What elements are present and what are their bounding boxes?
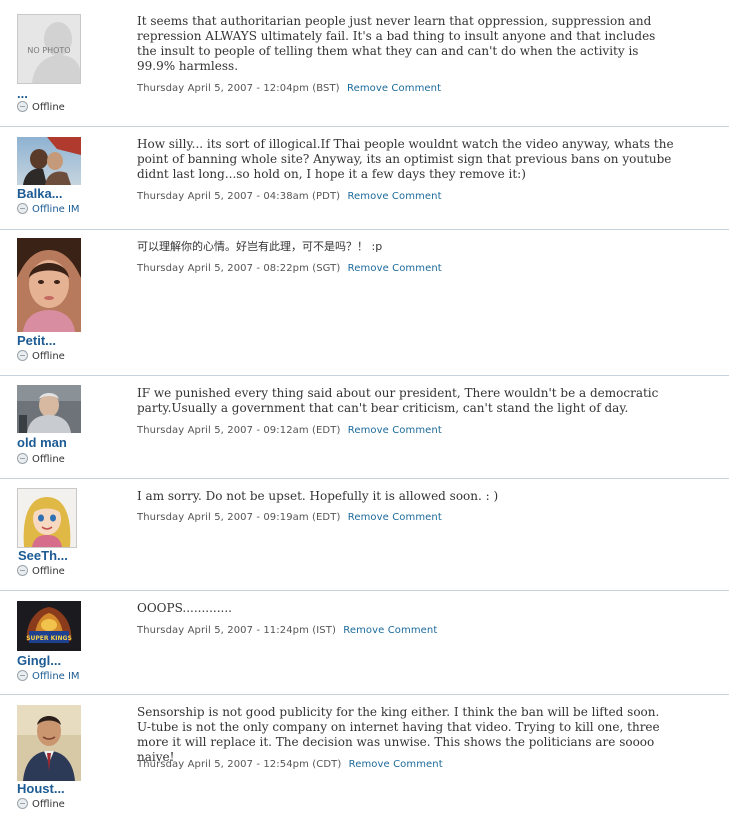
status-indicator: Offline (17, 101, 65, 114)
comment-meta: Thursday April 5, 2007 - 11:24pm (IST) R… (137, 625, 437, 636)
comment-meta: Thursday April 5, 2007 - 04:38am (PDT) R… (137, 191, 442, 202)
offline-status-icon (17, 798, 28, 809)
comment-text: IF we punished every thing said about ou… (137, 386, 659, 415)
status-indicator: Offline (17, 798, 65, 811)
avatar-photo[interactable] (17, 137, 81, 185)
status-indicator: Offline (17, 565, 65, 578)
comment-item: Houst... Offline Sensorship is not good … (0, 695, 729, 814)
comment-item: SUPER KINGS Gingl... Offline IM OOOPS...… (0, 591, 729, 695)
avatar-photo[interactable] (17, 238, 81, 332)
remove-comment-link[interactable]: Remove Comment (349, 759, 443, 770)
avatar-no-photo[interactable]: NO PHOTO (17, 14, 81, 84)
comment-username[interactable]: old man (17, 435, 67, 450)
comment-username[interactable]: SeeTh... (18, 548, 68, 563)
comment-date: Thursday April 5, 2007 - 12:54pm (CDT) (137, 759, 342, 770)
offline-status-icon (17, 670, 28, 681)
avatar-photo[interactable] (17, 705, 81, 781)
comment-username[interactable]: Gingl... (17, 653, 61, 668)
offline-status-icon (17, 565, 28, 576)
comment-username[interactable]: Petit... (17, 333, 56, 348)
comment-text: Sensorship is not good publicity for the… (137, 705, 660, 764)
comment-text: 可以理解你的心情。好岂有此理，可不是吗？！ :p (137, 240, 383, 253)
comment-date: Thursday April 5, 2007 - 09:19am (EDT) (137, 512, 341, 523)
status-indicator[interactable]: Offline IM (17, 670, 80, 683)
comment-item: old man Offline IF we punished every thi… (0, 376, 729, 479)
remove-comment-link[interactable]: Remove Comment (343, 625, 437, 636)
avatar-cartoon[interactable] (17, 488, 77, 548)
status-indicator: Offline (17, 453, 65, 466)
comment-date: Thursday April 5, 2007 - 12:04pm (BST) (137, 83, 340, 94)
comment-text: I am sorry. Do not be upset. Hopefully i… (137, 489, 499, 503)
comment-meta: Thursday April 5, 2007 - 12:54pm (CDT) R… (137, 759, 443, 770)
avatar-no-photo-text: NO PHOTO (27, 46, 70, 55)
remove-comment-link[interactable]: Remove Comment (347, 191, 441, 202)
status-indicator[interactable]: Offline IM (17, 203, 80, 216)
logo-text: SUPER KINGS (26, 635, 72, 642)
comment-item: NO PHOTO ... Offline It seems that autho… (0, 0, 729, 127)
remove-comment-link[interactable]: Remove Comment (348, 263, 442, 274)
comment-meta: Thursday April 5, 2007 - 08:22pm (SGT) R… (137, 263, 442, 274)
avatar-logo[interactable]: SUPER KINGS (17, 601, 81, 651)
comment-text: OOOPS............. (137, 601, 232, 615)
comment-item: SeeTh... Offline I am sorry. Do not be u… (0, 479, 729, 591)
comment-item: Balka... Offline IM How silly... its sor… (0, 127, 729, 230)
remove-comment-link[interactable]: Remove Comment (348, 512, 442, 523)
avatar-photo[interactable] (17, 385, 81, 433)
comment-username[interactable]: Houst... (17, 781, 65, 796)
offline-status-icon (17, 101, 28, 112)
comment-date: Thursday April 5, 2007 - 04:38am (PDT) (137, 191, 341, 202)
comment-text: How silly... its sort of illogical.If Th… (137, 137, 674, 181)
comment-meta: Thursday April 5, 2007 - 09:19am (EDT) R… (137, 512, 442, 523)
offline-status-icon (17, 453, 28, 464)
offline-status-icon (17, 350, 28, 361)
status-indicator: Offline (17, 350, 65, 363)
offline-status-icon (17, 203, 28, 214)
comment-username[interactable]: Balka... (17, 186, 63, 201)
comment-date: Thursday April 5, 2007 - 08:22pm (SGT) (137, 263, 341, 274)
comment-text: It seems that authoritarian people just … (137, 14, 656, 73)
comment-meta: Thursday April 5, 2007 - 12:04pm (BST) R… (137, 83, 441, 94)
comment-date: Thursday April 5, 2007 - 09:12am (EDT) (137, 425, 341, 436)
remove-comment-link[interactable]: Remove Comment (348, 425, 442, 436)
comment-meta: Thursday April 5, 2007 - 09:12am (EDT) R… (137, 425, 442, 436)
comment-date: Thursday April 5, 2007 - 11:24pm (IST) (137, 625, 336, 636)
remove-comment-link[interactable]: Remove Comment (347, 83, 441, 94)
comment-username[interactable]: ... (17, 86, 28, 101)
comment-item: Petit... Offline 可以理解你的心情。好岂有此理，可不是吗？！ :… (0, 230, 729, 376)
